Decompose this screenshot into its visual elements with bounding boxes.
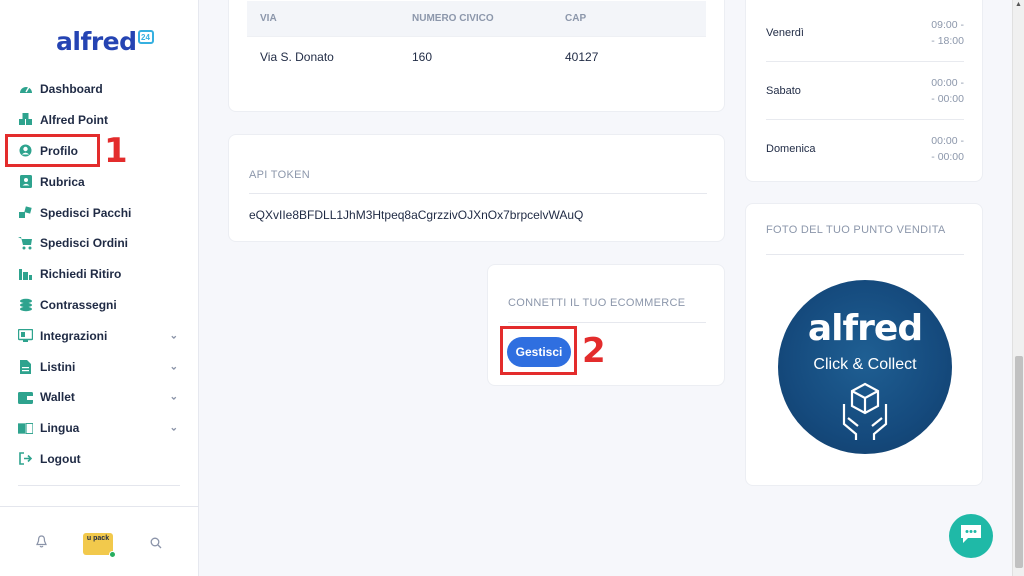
chat-button[interactable] [949,514,993,558]
file-icon [18,359,33,374]
page-scrollbar[interactable]: ▲ [1012,0,1024,576]
ecommerce-title: CONNETTI IL TUO ECOMMERCE [508,297,686,309]
sidebar-item-label: Spedisci Ordini [40,236,129,251]
time-close: - 00:00 [931,151,964,163]
time-close: - 00:00 [931,92,964,105]
search-icon[interactable] [150,536,162,554]
api-token-value[interactable]: eQXvIIe8BFDLL1JhM3Htpeq8aCgrzzivOJXnOx7b… [249,208,583,222]
highlight-box-profilo [5,134,100,167]
store-photo-image[interactable]: alfred Click & Collect [778,280,952,454]
sidebar-item-integrazioni[interactable]: Integrazioni ⌄ [0,320,199,351]
api-token-title: API TOKEN [249,169,310,181]
sidebar-item-wallet[interactable]: Wallet ⌄ [0,382,199,413]
dashboard-icon [18,82,33,97]
hours-row: Sabato 00:00 - - 00:00 [766,62,964,120]
sidebar-item-lingua[interactable]: Lingua ⌄ [0,413,199,444]
cell-numero-civico: 160 [412,49,433,64]
sidebar-item-rubrica[interactable]: Rubrica [0,166,199,197]
scrollbar-thumb[interactable] [1015,356,1023,568]
sidebar-item-listini[interactable]: Listini ⌄ [0,351,199,382]
time-range: 00:00 - - 00:00 [931,75,964,107]
sidebar-divider [18,485,180,486]
language-icon [18,421,33,436]
bell-icon[interactable] [36,535,47,553]
upack-label: u pack [86,535,110,542]
divider [249,193,707,194]
store-photo-subtitle: Click & Collect [813,356,917,373]
store-photo-title: FOTO DEL TUO PUNTO VENDITA [766,224,946,236]
cart-icon [18,236,33,251]
address-book-icon [18,174,33,189]
sidebar-item-label: Logout [40,451,81,466]
time-open: 00:00 - [931,135,964,147]
sidebar-item-spedisci-pacchi[interactable]: Spedisci Pacchi [0,197,199,228]
sidebar-item-richiedi-ritiro[interactable]: Richiedi Ritiro [0,259,199,290]
address-card: VIA NUMERO CIVICO CAP Via S. Donato 160 … [228,0,725,112]
sidebar-item-dashboard[interactable]: Dashboard [0,74,199,105]
coins-icon [18,297,33,312]
annotation-number-2: 2 [582,331,606,371]
store-photo-card: FOTO DEL TUO PUNTO VENDITA alfred Click … [745,203,983,486]
sidebar-item-contrassegni[interactable]: Contrassegni [0,290,199,321]
plug-icon [18,328,33,343]
sidebar-item-alfred-point[interactable]: Alfred Point [0,105,199,136]
time-range: 09:00 - - 18:00 [931,17,964,49]
sidebar-item-label: Integrazioni [40,328,108,343]
annotation-number-1: 1 [104,131,128,171]
sidebar-item-spedisci-ordini[interactable]: Spedisci Ordini [0,228,199,259]
time-range: 00:00 - - 00:00 [931,133,964,165]
cell-cap: 40127 [565,49,599,64]
online-status-dot [109,551,116,558]
sidebar-item-label: Listini [40,359,76,374]
logo-badge: 24 [137,30,154,44]
sidebar-footer: u pack [0,506,199,576]
chevron-down-icon[interactable]: ⌄ [170,392,178,403]
logo-text: alfred [56,27,137,56]
wallet-icon [18,390,33,405]
store-photo-brand: alfred [807,308,923,349]
logout-icon [18,451,33,466]
hours-row: Venerdì 09:00 - - 18:00 [766,4,964,62]
day-label: Sabato [766,84,801,97]
hours-row: Domenica 00:00 - - 00:00 [766,120,964,178]
day-label: Domenica [766,143,816,155]
upack-badge[interactable]: u pack [83,533,116,558]
sidebar-item-label: Rubrica [40,174,85,189]
packages-icon [18,205,33,220]
sidebar: alfred 24 Dashboard Alfred Point Profilo… [0,0,199,576]
boxes-icon [18,113,33,128]
column-header-numero-civico: NUMERO CIVICO [412,13,494,24]
chat-bubble-icon [959,523,983,550]
logo[interactable]: alfred 24 [56,24,154,60]
sidebar-item-label: Wallet [40,390,75,405]
column-header-via: VIA [260,13,277,24]
time-open: 00:00 - [931,76,964,89]
address-table-header: VIA NUMERO CIVICO CAP [247,1,706,36]
highlight-box-gestisci [500,326,577,375]
sidebar-item-label: Alfred Point [40,113,108,128]
sidebar-item-label: Dashboard [40,82,103,97]
time-close: - 18:00 [931,34,964,47]
pickup-icon [18,267,33,282]
chevron-down-icon[interactable]: ⌄ [170,330,178,341]
day-label: Venerdì [766,26,804,39]
divider [508,322,706,323]
table-row: Via S. Donato 160 40127 [247,36,706,76]
hands-box-icon [840,380,890,445]
chevron-down-icon[interactable]: ⌄ [170,361,178,372]
column-header-cap: CAP [565,13,587,24]
sidebar-item-label: Richiedi Ritiro [40,267,122,282]
sidebar-item-logout[interactable]: Logout [0,444,199,475]
api-token-card: API TOKEN eQXvIIe8BFDLL1JhM3Htpeq8aCgrzz… [228,134,725,242]
time-open: 09:00 - [931,18,964,31]
chevron-down-icon[interactable]: ⌄ [170,423,178,434]
sidebar-item-label: Spedisci Pacchi [40,205,132,220]
opening-hours-card: Venerdì 09:00 - - 18:00 Sabato 00:00 - - 0… [745,0,983,182]
scroll-up-arrow-icon[interactable]: ▲ [1013,0,1024,10]
sidebar-item-label: Lingua [40,421,80,436]
sidebar-item-label: Contrassegni [40,297,117,312]
divider [766,254,964,255]
cell-via: Via S. Donato [260,49,334,64]
